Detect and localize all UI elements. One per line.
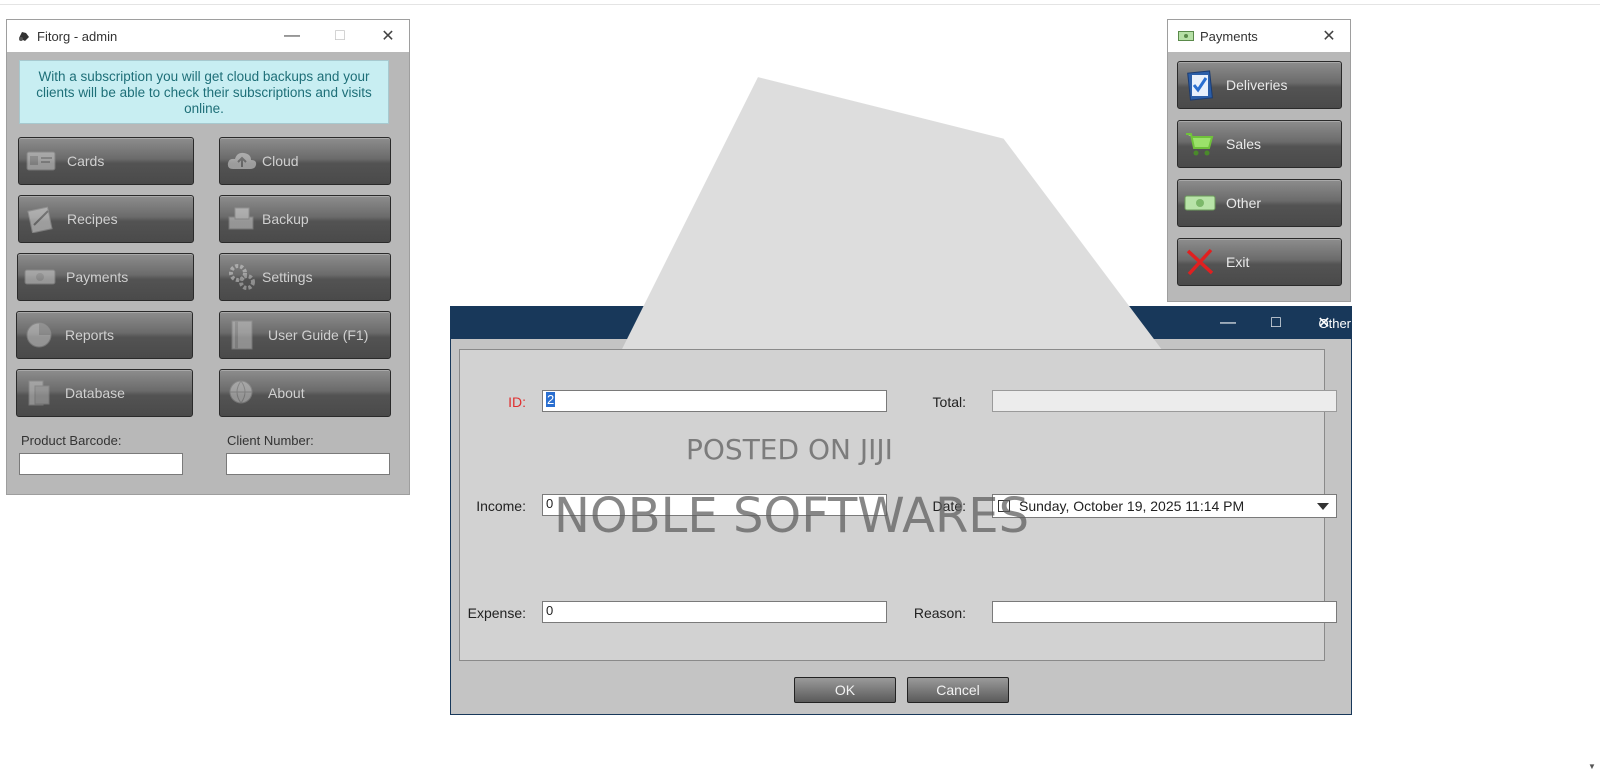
reports-button[interactable]: Reports [16, 311, 193, 359]
product-barcode-input[interactable] [19, 453, 183, 475]
reason-input[interactable] [992, 601, 1337, 623]
income-input[interactable]: 0 [542, 494, 887, 516]
database-icon [23, 379, 55, 407]
settings-button[interactable]: Settings [219, 253, 391, 301]
cards-button[interactable]: Cards [18, 137, 194, 185]
id-card-icon [25, 147, 57, 175]
backup-label: Backup [262, 211, 309, 227]
book-icon [226, 320, 258, 350]
database-button[interactable]: Database [16, 369, 193, 417]
backup-button[interactable]: Backup [219, 195, 391, 243]
dialog-minimize-button[interactable]: — [1205, 307, 1251, 339]
cancel-button[interactable]: Cancel [907, 677, 1009, 703]
settings-label: Settings [262, 269, 313, 285]
expense-label: Expense: [467, 605, 526, 621]
reason-label: Reason: [913, 605, 966, 621]
user-guide-button[interactable]: User Guide (F1) [219, 311, 391, 359]
id-input[interactable]: 2 [542, 390, 887, 412]
ok-button[interactable]: OK [794, 677, 896, 703]
recipe-icon [25, 205, 57, 233]
payments-label: Payments [66, 269, 129, 285]
minimize-button[interactable]: — [269, 20, 315, 52]
client-number-label: Client Number: [227, 433, 314, 448]
recipes-button[interactable]: Recipes [18, 195, 194, 243]
income-label: Income: [476, 498, 526, 514]
pie-chart-icon [23, 321, 55, 349]
reports-label: Reports [65, 327, 115, 343]
app-icon [19, 32, 29, 41]
other-form-group: ID: 2 Total: Income: 0 Date: Sunday, Oct… [459, 349, 1337, 661]
cards-label: Cards [67, 153, 105, 169]
total-input[interactable] [992, 390, 1337, 412]
expense-input[interactable]: 0 [542, 601, 887, 623]
main-window-title: Fitorg - admin [37, 28, 118, 44]
cloud-label: Cloud [262, 153, 299, 169]
maximize-button[interactable]: □ [317, 20, 363, 52]
payments-button[interactable]: Payments [17, 253, 194, 301]
user-guide-label: User Guide (F1) [268, 327, 369, 343]
dialog-close-button[interactable]: ✕ [1301, 307, 1347, 339]
client-number-input[interactable] [226, 453, 390, 475]
database-label: Database [65, 385, 125, 401]
close-button[interactable]: ✕ [365, 20, 411, 52]
date-value: Sunday, October 19, 2025 11:14 PM [1019, 498, 1245, 514]
about-label: About [268, 385, 305, 401]
chevron-down-icon[interactable] [1316, 502, 1330, 512]
backup-icon [226, 205, 258, 233]
date-picker[interactable]: Sunday, October 19, 2025 11:14 PM [992, 494, 1337, 518]
about-button[interactable]: About [219, 369, 391, 417]
payments-close-button[interactable]: ✕ [1306, 20, 1352, 52]
scroll-down-icon[interactable]: ▼ [1588, 762, 1598, 772]
date-label: Date: [932, 498, 966, 514]
product-barcode-label: Product Barcode: [21, 433, 122, 448]
globe-icon [226, 379, 258, 407]
other-dialog: Other — □ ✕ ID: 2 Total: Income: 0 Date:… [450, 77, 1352, 715]
id-label: ID: [508, 394, 526, 410]
cloud-button[interactable]: Cloud [219, 137, 391, 185]
id-value: 2 [546, 392, 556, 407]
cloud-icon [226, 147, 258, 175]
date-checkbox[interactable] [998, 500, 1010, 512]
page-scrollbar[interactable] [1586, 8, 1600, 780]
money-icon [24, 263, 56, 291]
total-label: Total: [932, 394, 966, 410]
main-titlebar[interactable]: Fitorg - admin — □ ✕ [7, 20, 409, 52]
dialog-maximize-button[interactable]: □ [1253, 307, 1299, 339]
settings-icon [226, 263, 258, 291]
recipes-label: Recipes [67, 211, 118, 227]
subscription-info: With a subscription you will get cloud b… [19, 60, 389, 124]
main-window: Fitorg - admin — □ ✕ With a subscription… [6, 19, 410, 495]
other-dialog-titlebar[interactable]: Other — □ ✕ [451, 77, 1351, 630]
